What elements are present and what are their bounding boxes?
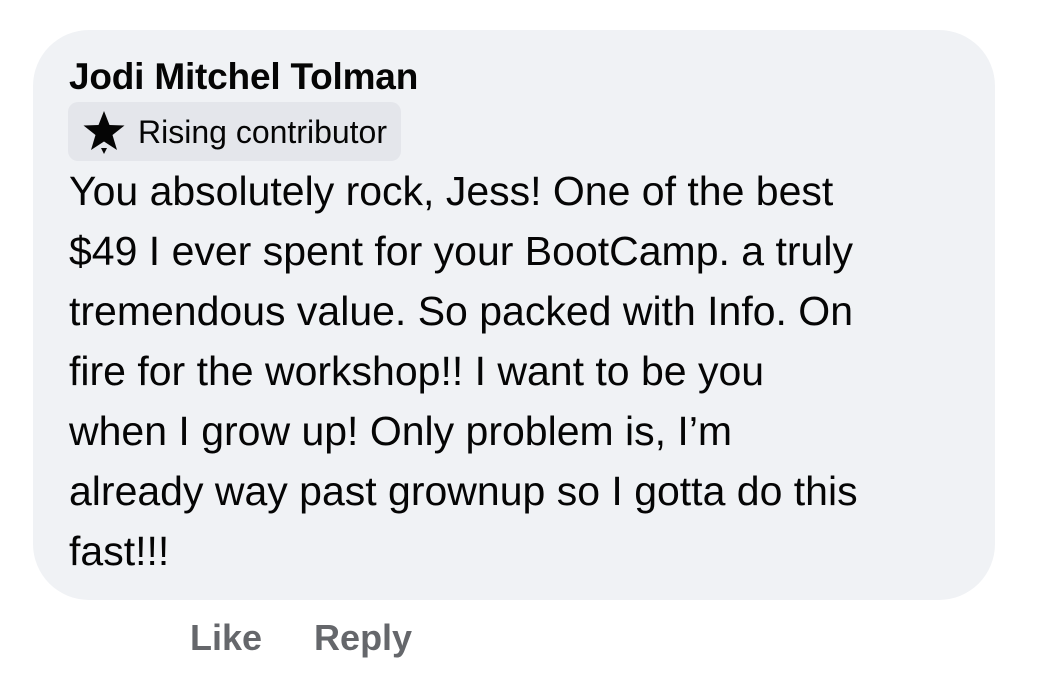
comment-actions: Like Reply xyxy=(190,612,412,664)
comment-text-line: already way past grownup so I gotta do t… xyxy=(69,468,858,514)
comment-text-line: when I grow up! Only problem is, I’m xyxy=(69,408,733,454)
like-button[interactable]: Like xyxy=(190,617,262,659)
badge-label: Rising contributor xyxy=(138,113,387,150)
comment-text-line: tremendous value. So packed with Info. O… xyxy=(69,288,854,334)
comment-text-line: fire for the workshop!! I want to be you xyxy=(69,348,765,394)
rising-contributor-badge[interactable]: Rising contributor xyxy=(68,102,401,161)
author-name[interactable]: Jodi Mitchel Tolman xyxy=(69,54,418,100)
comment-text-line: You absolutely rock, Jess! One of the be… xyxy=(69,168,834,214)
comment-text-line: $49 I ever spent for your BootCamp. a tr… xyxy=(69,228,853,274)
comment-text: You absolutely rock, Jess! One of the be… xyxy=(69,161,969,581)
reply-button[interactable]: Reply xyxy=(314,617,412,659)
star-icon xyxy=(80,108,128,156)
comment-text-line: fast!!! xyxy=(69,528,170,574)
